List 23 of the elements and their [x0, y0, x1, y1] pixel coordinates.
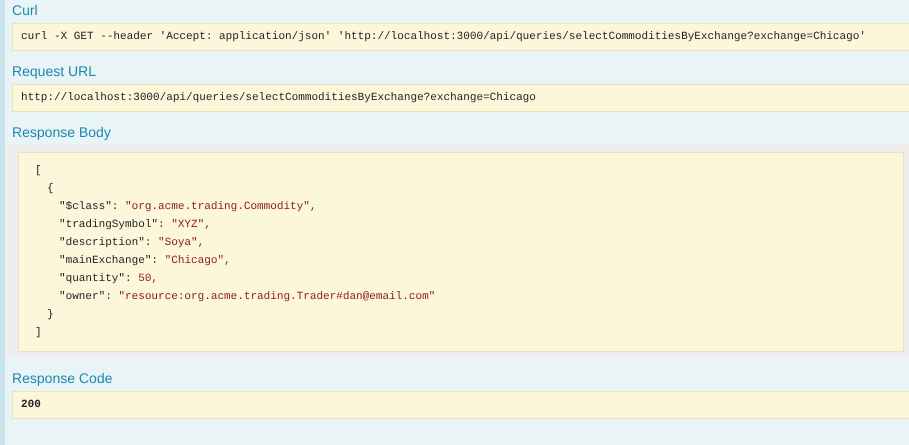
json-key: "tradingSymbol":	[59, 219, 165, 231]
json-brace: {	[47, 183, 54, 195]
json-bracket: [	[35, 165, 42, 177]
json-value: "Soya",	[158, 237, 204, 249]
json-value: 50,	[138, 273, 158, 285]
json-key: "mainExchange":	[59, 255, 158, 267]
json-value: "resource:org.acme.trading.Trader#dan@email.com"	[118, 291, 436, 303]
json-value: "Chicago",	[164, 255, 231, 267]
curl-command: curl -X GET --header 'Accept: application/json' 'http://localhost:3000/api/queries/selectCommoditiesByExchange?exchange=Chicago'	[12, 23, 909, 51]
json-value: "org.acme.trading.Commodity",	[125, 201, 316, 213]
json-bracket: ]	[35, 327, 42, 339]
json-key: "description":	[59, 237, 152, 249]
json-key: "$class":	[59, 201, 118, 213]
json-value: "XYZ",	[171, 219, 211, 231]
section-heading: Response Code	[12, 370, 114, 386]
json-key: "owner":	[59, 291, 112, 303]
json-brace: }	[47, 309, 54, 321]
section-heading: Request URL	[12, 63, 98, 79]
section-heading: Curl	[12, 2, 39, 18]
request-url: http://localhost:3000/api/queries/selectCommoditiesByExchange?exchange=Chicago	[12, 84, 909, 112]
section-heading: Response Body	[12, 124, 112, 140]
response-code: 200	[12, 391, 909, 419]
json-key: "quantity":	[59, 273, 132, 285]
